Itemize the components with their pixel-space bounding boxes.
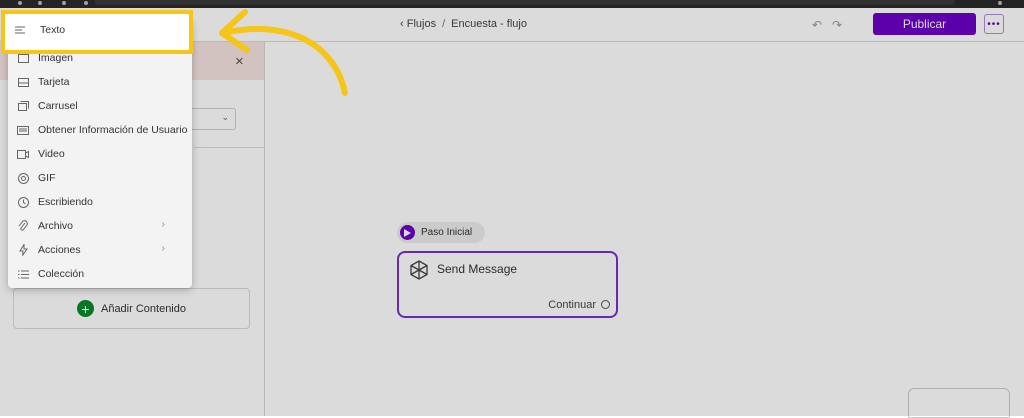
- play-icon: [400, 225, 415, 240]
- nav-forward-icon[interactable]: [38, 1, 42, 5]
- clock-icon: [17, 196, 29, 208]
- menu-item[interactable]: Obtener Información de Usuario: [8, 118, 192, 142]
- nav-back-icon[interactable]: [18, 1, 22, 5]
- menu-item-label: Tarjeta: [38, 76, 70, 88]
- extension-icon[interactable]: [998, 1, 1002, 5]
- breadcrumb-current: Encuesta - flujo: [451, 18, 527, 30]
- menu-item[interactable]: Archivo ›: [8, 214, 192, 238]
- menu-item-label: Colección: [38, 268, 85, 280]
- list-icon: [17, 268, 29, 280]
- add-content-label: Añadir Contenido: [100, 302, 186, 315]
- add-content-button[interactable]: + Añadir Contenido: [13, 288, 250, 329]
- menu-item[interactable]: Video: [8, 142, 192, 166]
- continue-label: Continuar: [548, 299, 596, 311]
- paperclip-icon: [17, 220, 29, 232]
- chevron-right-icon: ›: [161, 219, 165, 230]
- breadcrumb-flows[interactable]: Flujos: [407, 18, 436, 30]
- gif-icon: [17, 172, 29, 184]
- carousel-icon: [17, 100, 29, 112]
- menu-item-label: GIF: [38, 172, 56, 184]
- more-options-button[interactable]: •••: [984, 14, 1004, 34]
- start-step-pill[interactable]: Paso Inicial: [397, 222, 485, 243]
- text-lines-icon: [15, 24, 27, 36]
- menu-item-texto-label: Texto: [40, 24, 66, 36]
- menu-item-label: Video: [38, 148, 65, 160]
- menu-item[interactable]: Carrusel: [8, 94, 192, 118]
- breadcrumb: ‹ Flujos / Encuesta - flujo: [400, 18, 527, 30]
- menu-item-label: Obtener Información de Usuario: [38, 124, 188, 136]
- divider: [194, 147, 264, 148]
- start-step-label: Paso Inicial: [421, 227, 473, 238]
- lightning-icon: [17, 244, 29, 256]
- add-content-menu: Imagen Tarjeta Carrusel Obtener Información…: [8, 20, 192, 288]
- menu-item[interactable]: Acciones ›: [8, 238, 192, 262]
- video-icon: [17, 148, 29, 160]
- publish-button[interactable]: Publicar: [873, 13, 976, 35]
- menu-item[interactable]: GIF: [8, 166, 192, 190]
- message-node-icon: [409, 260, 429, 283]
- menu-item[interactable]: Tarjeta: [8, 70, 192, 94]
- plus-icon: +: [76, 300, 94, 317]
- user-info-icon: [17, 124, 29, 136]
- send-message-node[interactable]: Send Message Continuar: [397, 251, 618, 318]
- back-link[interactable]: ‹ Flujos: [400, 18, 436, 30]
- chevron-down-icon: ⌄: [221, 112, 229, 122]
- highlighted-menu-item[interactable]: Texto: [1, 10, 193, 54]
- flow-canvas[interactable]: [265, 42, 1024, 416]
- menu-item-label: Escribiendo: [38, 196, 93, 208]
- browser-chrome: [0, 0, 1024, 8]
- node-title: Send Message: [437, 262, 518, 276]
- home-icon[interactable]: [84, 1, 88, 5]
- reload-icon[interactable]: [62, 1, 66, 5]
- chevron-right-icon: ›: [161, 243, 165, 254]
- menu-item-label: Carrusel: [38, 100, 78, 112]
- output-port[interactable]: [601, 300, 610, 309]
- menu-item-label: Archivo: [38, 220, 74, 232]
- breadcrumb-separator: /: [442, 18, 446, 30]
- undo-icon[interactable]: ↶: [812, 18, 822, 32]
- menu-item[interactable]: Escribiendo: [8, 190, 192, 214]
- menu-item[interactable]: Colección: [8, 262, 192, 286]
- close-icon[interactable]: ×: [235, 53, 244, 70]
- redo-icon[interactable]: ↷: [832, 18, 842, 32]
- minimap[interactable]: [908, 388, 1010, 418]
- card-icon: [17, 76, 29, 88]
- menu-item-label: Acciones: [38, 244, 81, 256]
- address-bar[interactable]: [95, 0, 955, 5]
